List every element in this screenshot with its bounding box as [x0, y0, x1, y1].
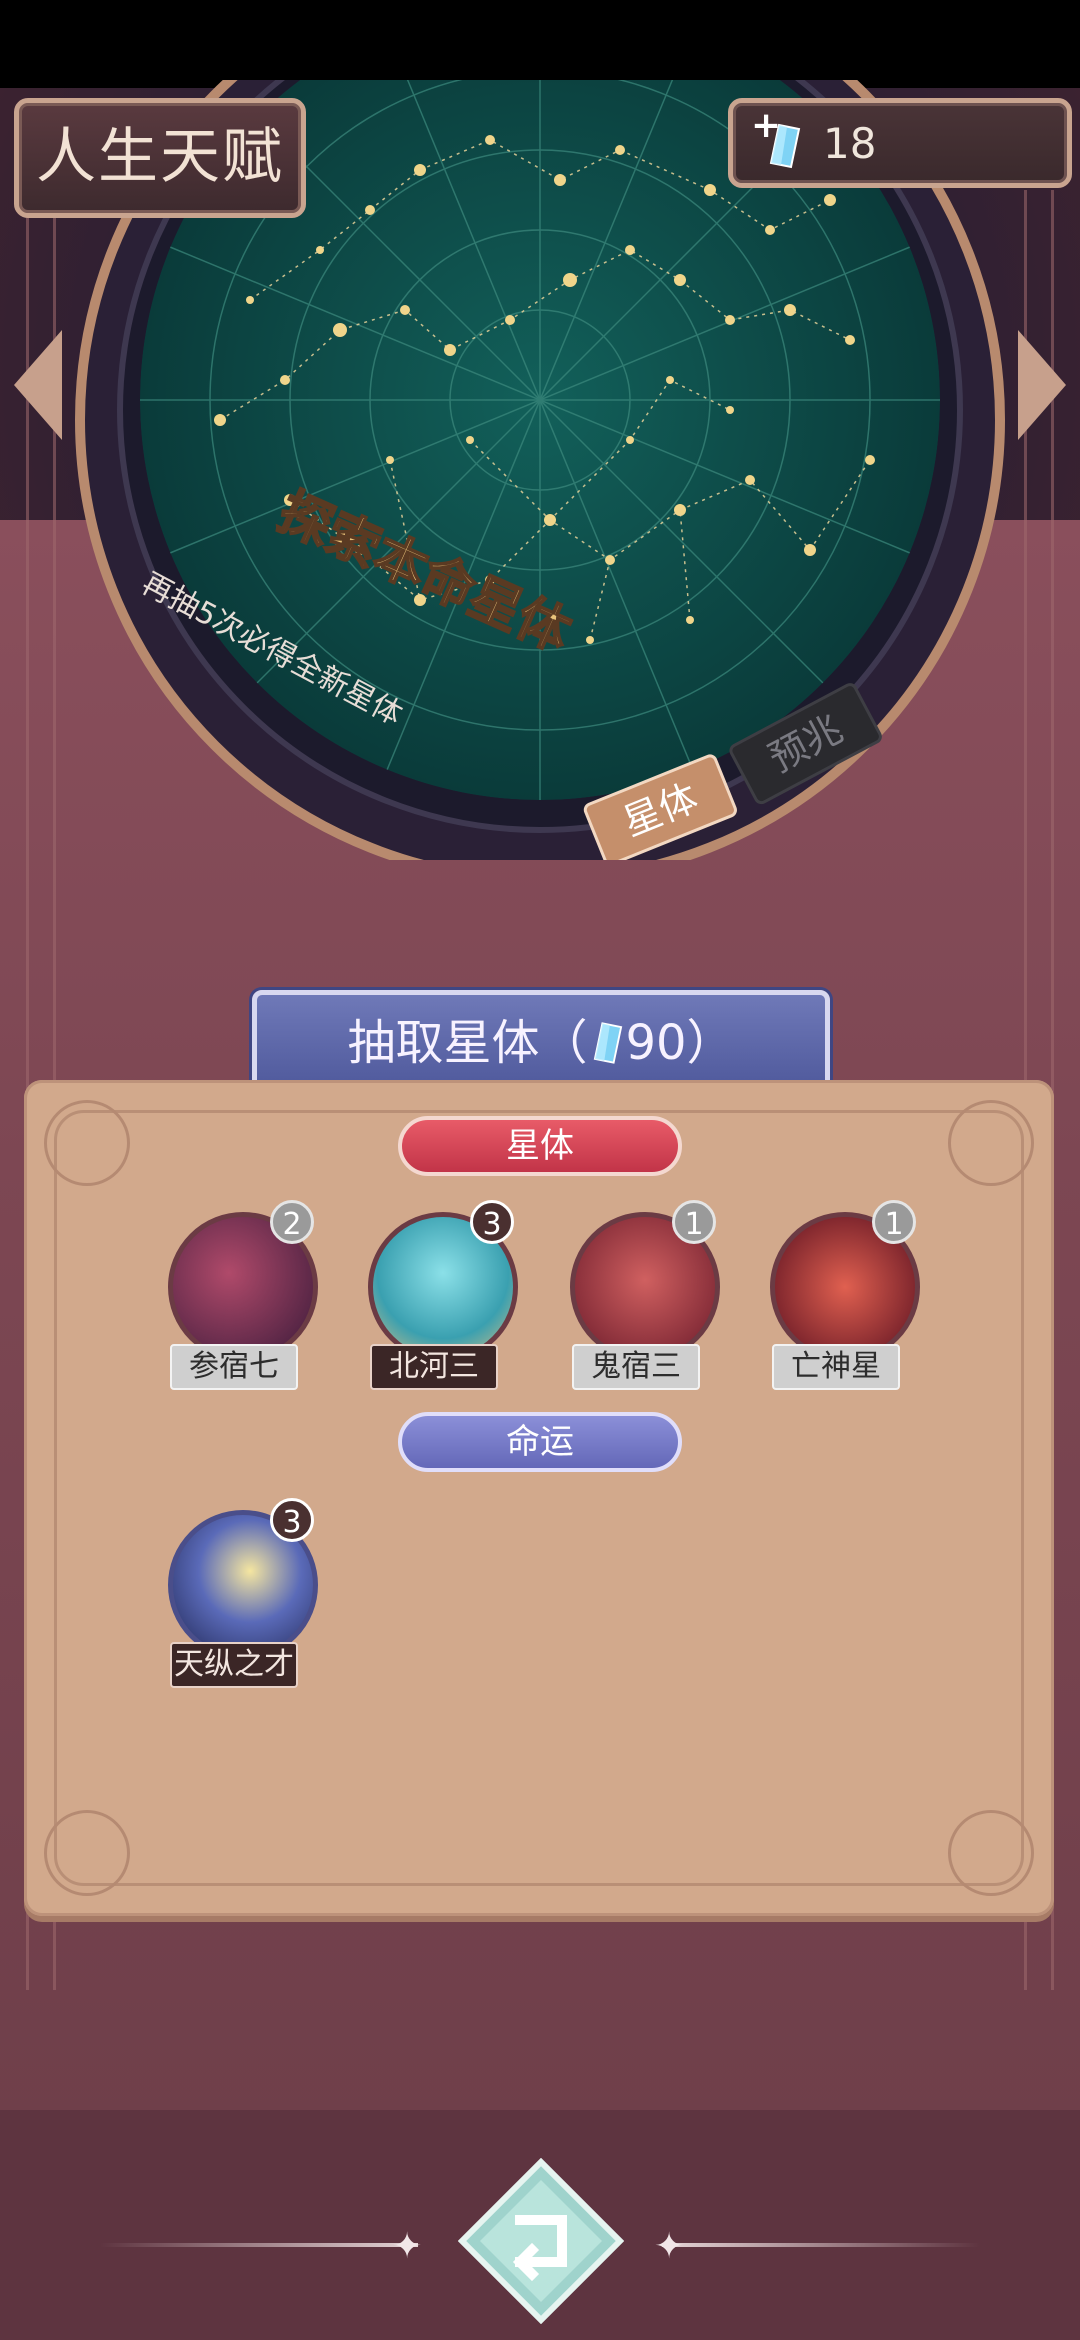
decorative-line-right — [662, 2243, 980, 2247]
currency-value: 18 — [823, 119, 877, 168]
decorative-line-left — [100, 2243, 418, 2247]
section-title-fate: 命运 — [398, 1412, 682, 1472]
crystal-icon — [769, 123, 801, 169]
star-item-label: 鬼宿三 — [572, 1344, 700, 1390]
status-bar — [0, 0, 1080, 88]
fate-item-tianzongzhicai[interactable]: 3 天纵之才 — [158, 1498, 328, 1700]
count-badge: 3 — [470, 1200, 514, 1244]
fate-item-label: 天纵之才 — [170, 1642, 298, 1688]
draw-button-cost: 90 — [625, 1015, 687, 1071]
star-item-wangshenxing[interactable]: 1 亡神星 — [760, 1200, 930, 1402]
star-item-guixiu3[interactable]: 1 鬼宿三 — [560, 1200, 730, 1402]
arrow-right-icon[interactable] — [1018, 330, 1066, 440]
panel-corner-ornament — [44, 1810, 130, 1896]
panel-corner-ornament — [948, 1100, 1034, 1186]
panel-corner-ornament — [948, 1810, 1034, 1896]
back-button[interactable] — [458, 2158, 624, 2324]
star-item-label: 亡神星 — [772, 1344, 900, 1390]
star-item-label: 北河三 — [370, 1344, 498, 1390]
page-title: 人生天赋 — [14, 98, 306, 218]
draw-button-label-prefix: 抽取星体（ — [347, 1015, 588, 1071]
star-item-beihe3[interactable]: 3 北河三 — [358, 1200, 528, 1402]
currency-display[interactable]: + 18 — [728, 98, 1072, 188]
sparkle-icon: ✦ — [392, 2226, 423, 2267]
count-badge: 1 — [672, 1200, 716, 1244]
section-title-stars: 星体 — [398, 1116, 682, 1176]
count-badge: 3 — [270, 1498, 314, 1542]
panel-corner-ornament — [44, 1100, 130, 1186]
star-item-shenxiu7[interactable]: 2 参宿七 — [158, 1200, 328, 1402]
sparkle-icon: ✦ — [654, 2226, 685, 2267]
crystal-icon — [594, 1022, 623, 1064]
draw-button-label-suffix: ） — [686, 1015, 735, 1071]
count-badge: 2 — [270, 1200, 314, 1244]
star-item-label: 参宿七 — [170, 1344, 298, 1390]
arrow-left-icon[interactable] — [14, 330, 62, 440]
count-badge: 1 — [872, 1200, 916, 1244]
